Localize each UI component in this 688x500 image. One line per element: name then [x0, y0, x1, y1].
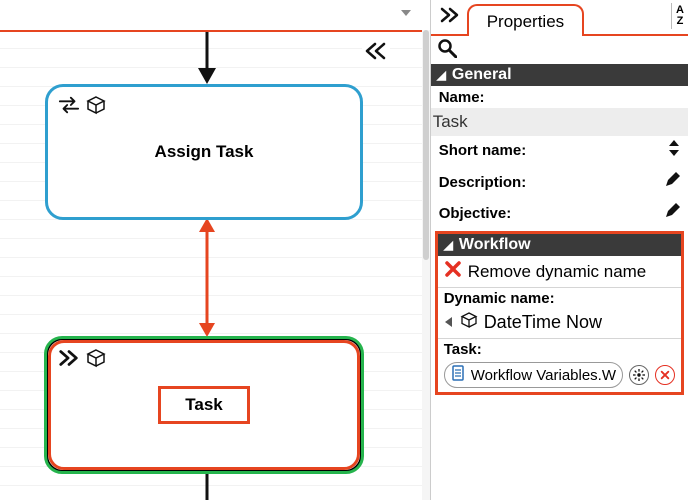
node-label: Task [158, 386, 250, 424]
scrollbar-thumb[interactable] [423, 30, 429, 260]
field-short-name: Short name: [431, 136, 688, 163]
chevrons-right-icon [58, 349, 80, 372]
section-header-workflow[interactable]: ◢ Workflow [438, 234, 681, 256]
collapse-left-icon [444, 313, 454, 333]
collapse-triangle-icon: ◢ [437, 68, 446, 82]
properties-panel: Properties AZ ◢ General Name: Task Short… [430, 0, 688, 500]
clear-button[interactable] [655, 365, 675, 385]
stepper-icon[interactable] [668, 139, 680, 161]
edge-outgoing [198, 470, 216, 500]
field-label: Task: [438, 339, 681, 358]
section-title: Workflow [459, 236, 531, 254]
task-value-row: Workflow Variables.W [438, 358, 681, 392]
node-assign-badges [58, 95, 106, 120]
canvas-top-border [0, 30, 422, 32]
node-task[interactable]: Task [45, 337, 363, 473]
cube-icon [86, 348, 106, 373]
panel-tabstrip: Properties AZ [431, 0, 688, 36]
edit-icon[interactable] [664, 203, 680, 223]
swap-icon [58, 96, 80, 119]
workflow-canvas[interactable]: Assign Task Task [0, 0, 430, 500]
collapse-canvas-icon[interactable] [362, 40, 390, 67]
settings-button[interactable] [629, 365, 649, 385]
sort-az-button[interactable]: AZ [671, 3, 688, 29]
name-input[interactable]: Task [431, 108, 688, 136]
section-title: General [452, 66, 512, 84]
section-workflow: ◢ Workflow Remove dynamic name Dynamic n… [435, 231, 684, 395]
field-label: Objective: [439, 205, 512, 222]
section-header-general[interactable]: ◢ General [431, 64, 688, 86]
tab-label: Properties [487, 12, 564, 31]
node-task-badges [58, 348, 106, 373]
edge-assign-to-task[interactable] [196, 218, 218, 337]
canvas-dropdown-icon[interactable] [400, 4, 412, 12]
panel-body: ◢ General Name: Task Short name: Descrip… [431, 64, 688, 500]
search-icon[interactable] [437, 38, 457, 63]
expand-panel-icon[interactable] [439, 7, 461, 28]
edge-incoming [195, 30, 219, 86]
node-label: Assign Task [155, 142, 254, 162]
field-objective: Objective: [431, 200, 688, 225]
field-label: Description: [439, 174, 527, 191]
button-label: Remove dynamic name [468, 262, 647, 282]
app-root: Assign Task Task [0, 0, 688, 500]
value-text: DateTime Now [484, 312, 602, 333]
value-text: Workflow Variables.W [471, 367, 616, 384]
task-reference-pill[interactable]: Workflow Variables.W [444, 362, 623, 388]
node-assign-task[interactable]: Assign Task [45, 84, 363, 220]
collapse-triangle-icon: ◢ [444, 238, 453, 252]
tab-properties[interactable]: Properties [467, 4, 584, 36]
canvas-scrollbar[interactable] [422, 30, 430, 500]
remove-dynamic-name-button[interactable]: Remove dynamic name [438, 256, 681, 288]
panel-toolbar [431, 36, 688, 64]
dynamic-name-value[interactable]: DateTime Now [438, 307, 681, 339]
cube-icon [86, 95, 106, 120]
field-label: Short name: [439, 142, 527, 159]
x-icon [444, 260, 462, 283]
field-label: Dynamic name: [438, 288, 681, 307]
field-name: Name: [431, 86, 688, 108]
cube-icon [460, 311, 478, 334]
document-icon [451, 365, 465, 385]
field-label: Name: [439, 89, 680, 106]
edit-icon[interactable] [664, 172, 680, 192]
field-description: Description: [431, 169, 688, 194]
